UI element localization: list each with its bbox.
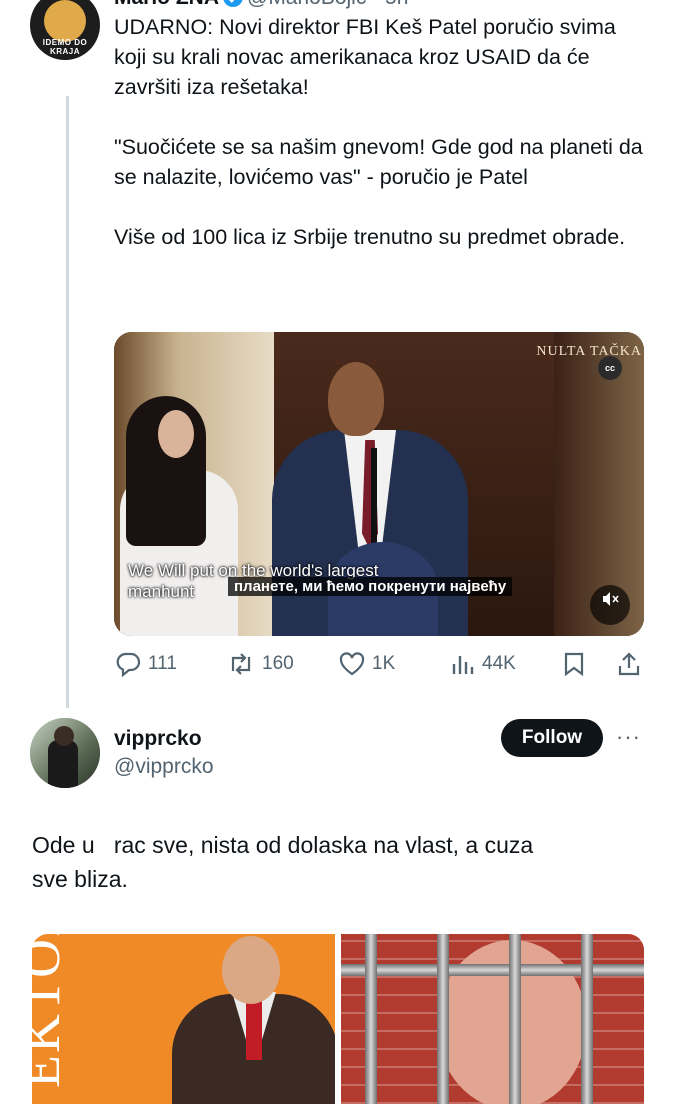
video-microphone (371, 448, 377, 548)
captions-icon[interactable]: cc (598, 356, 622, 380)
like-count: 1K (372, 653, 396, 674)
views-icon (452, 656, 474, 674)
tweet-header: Mario ZNA @MarioBojic · 5h (114, 0, 408, 10)
tweet-text-2: Ode u rac sve, nista od dolaska na vlast… (32, 832, 534, 892)
thread-connector-line (66, 96, 69, 708)
tweet-image-left[interactable]: EKTOR (32, 934, 335, 1104)
tweet-actions-bar: 111 160 1K 44K (114, 650, 644, 678)
views-count: 44K (482, 653, 516, 674)
image-vertical-text: EKTOR (32, 934, 71, 1088)
bookmark-icon (564, 652, 584, 677)
reply-button[interactable]: 111 (114, 650, 177, 678)
video-watermark: NULTA TAČKA (536, 344, 642, 359)
time-separator: · (366, 0, 385, 9)
retweet-icon (231, 653, 251, 675)
avatar-face (44, 0, 86, 42)
author-name-2[interactable]: vipprcko (114, 727, 202, 751)
verified-badge-icon (223, 0, 243, 7)
avatar-mario[interactable]: IDEMO DO KRAJA (30, 0, 100, 60)
more-options-icon-2[interactable]: ··· (616, 724, 641, 750)
image-prison-bar (437, 934, 449, 1104)
tweet-text: UDARNO: Novi direktor FBI Keš Patel poru… (114, 15, 643, 249)
video-player[interactable]: NULTA TAČKA cc We Will put on the world'… (114, 332, 644, 636)
avatar-head (54, 726, 74, 746)
image-man-tie (246, 1000, 262, 1060)
retweet-button[interactable]: 160 (226, 650, 294, 678)
author-name[interactable]: Mario ZNA (114, 0, 219, 9)
mute-icon[interactable] (590, 585, 630, 625)
reply-icon (116, 652, 141, 677)
author-handle[interactable]: @MarioBojic (247, 0, 366, 9)
reply-count: 111 (148, 653, 177, 674)
like-button[interactable]: 1K (338, 650, 395, 678)
bookmark-button[interactable] (562, 650, 586, 678)
tweet-image-right[interactable] (341, 934, 644, 1104)
share-button[interactable] (616, 650, 642, 678)
views-button[interactable]: 44K (450, 650, 516, 678)
avatar-vipprcko[interactable] (30, 718, 100, 788)
follow-button[interactable]: Follow (501, 719, 603, 757)
image-prison-bar-horizontal (341, 964, 644, 976)
more-options-icon[interactable]: ··· (612, 0, 637, 10)
image-man-head (222, 936, 280, 1004)
heart-icon (339, 652, 365, 676)
video-speaker-head (328, 362, 384, 436)
video-woman-face (158, 410, 194, 458)
image-prison-bar (509, 934, 521, 1104)
video-subtitle-serbian: планете, ми ћемо покренути највећу (228, 577, 513, 596)
image-prison-bar (581, 934, 593, 1104)
share-icon (618, 652, 640, 676)
tweet-time[interactable]: 5h (385, 0, 408, 9)
image-prison-bar (365, 934, 377, 1104)
retweet-count: 160 (262, 653, 294, 674)
author-handle-2[interactable]: @vipprcko (114, 755, 214, 779)
avatar-figure (48, 740, 78, 788)
avatar-badge-text: IDEMO DO KRAJA (42, 38, 88, 56)
